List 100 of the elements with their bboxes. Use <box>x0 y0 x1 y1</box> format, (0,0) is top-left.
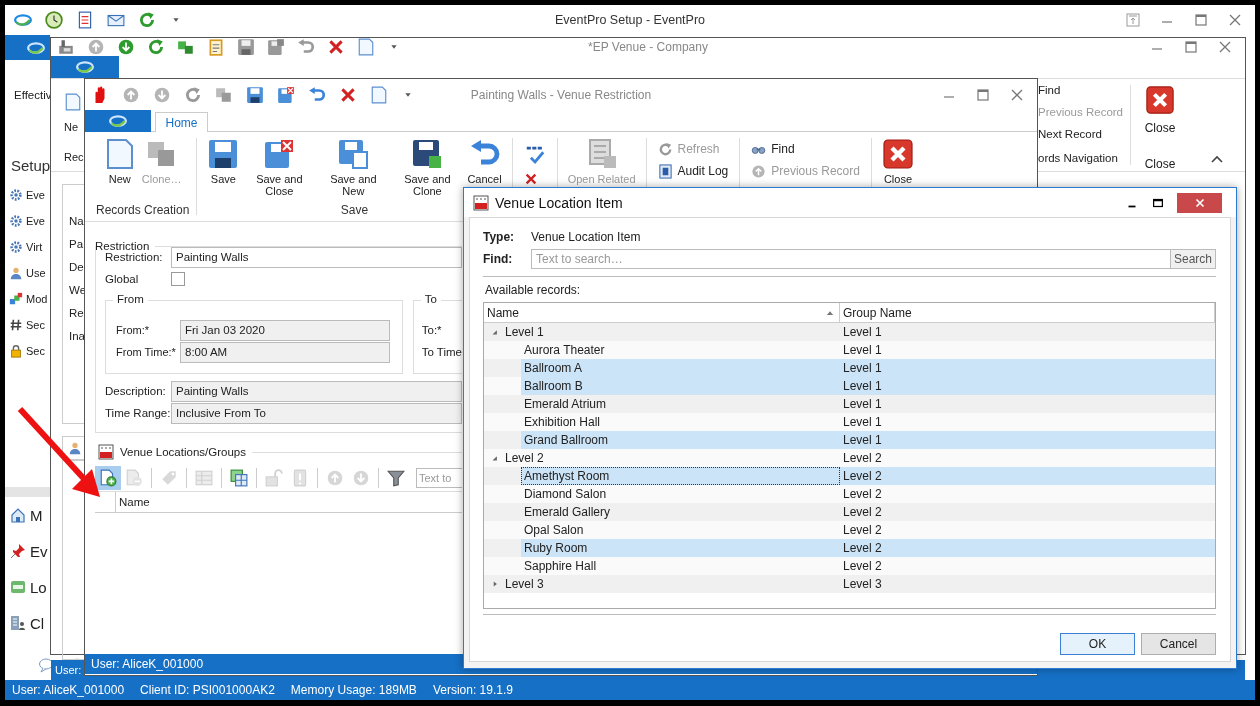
ribbon-button[interactable]: Save and Close <box>242 138 317 197</box>
text-field[interactable]: Fri Jan 03 2020 <box>180 319 390 341</box>
close-button[interactable] <box>1177 192 1222 213</box>
delete-icon[interactable] <box>327 38 345 56</box>
table-cell-text: Level 1 <box>842 414 883 431</box>
sidebar-item[interactable]: Sec <box>26 345 45 357</box>
sidebar-item[interactable]: Mod <box>26 293 48 305</box>
sidebar-item[interactable]: Use <box>26 267 46 279</box>
sidebar-item[interactable]: Eve <box>26 189 45 201</box>
delete-icon[interactable] <box>523 172 538 186</box>
ribbon-button[interactable]: Save and New <box>316 138 391 197</box>
factory-icon[interactable] <box>57 38 75 56</box>
refresh-icon[interactable] <box>147 38 165 56</box>
group-legend: To <box>420 293 441 305</box>
new-page-icon[interactable] <box>370 85 388 104</box>
ribbon-button[interactable]: Find <box>751 140 860 158</box>
table-row[interactable]: Ruby Room Level 2 <box>521 539 1215 557</box>
ribbon-button[interactable]: Close <box>878 138 917 185</box>
table-row[interactable]: Grand Ballroom Level 1 <box>521 431 1215 449</box>
dialog-button[interactable]: Cancel <box>1141 633 1216 655</box>
ribbon-button-icon <box>337 138 370 170</box>
column-header[interactable]: Name <box>116 492 150 512</box>
ribbon-button[interactable]: Next Record <box>1038 123 1130 145</box>
sidebar-item[interactable]: Sec <box>26 319 45 331</box>
sidebar-item-icon <box>9 318 23 332</box>
field-label: Restriction: <box>105 251 164 263</box>
close-icon[interactable] <box>1145 85 1175 115</box>
tree-group-row[interactable]: Level 2 Level 2 <box>484 449 1215 467</box>
sidebar-item[interactable]: Virt <box>26 241 43 253</box>
text-field[interactable]: Painting Walls <box>171 380 462 402</box>
app-logo-icon[interactable] <box>14 11 32 29</box>
delete-icon[interactable] <box>339 85 357 104</box>
ribbon-button[interactable]: Cancel <box>464 138 505 185</box>
restore-window-icon[interactable] <box>1125 12 1141 28</box>
refresh-icon[interactable] <box>138 11 156 29</box>
undo-icon[interactable] <box>297 38 315 56</box>
table-cell-text: Level 1 <box>842 432 883 449</box>
table-cell-text: Level 2 <box>842 486 883 503</box>
close-icon[interactable] <box>1217 39 1233 55</box>
chat-icon[interactable] <box>38 657 54 673</box>
nav-item-icon <box>10 507 26 523</box>
close-icon[interactable] <box>1227 12 1243 28</box>
clipboard-icon[interactable] <box>207 38 225 56</box>
ribbon-button[interactable]: Ne <box>64 121 85 133</box>
table-row[interactable]: Ballroom B Level 1 <box>521 377 1215 395</box>
dialog-button[interactable]: OK <box>1060 633 1135 655</box>
toolbar-button[interactable] <box>95 466 121 490</box>
collapse-ribbon-icon[interactable] <box>1211 155 1223 163</box>
field-label: Time Range: <box>105 407 171 419</box>
status-text: Client ID: PSI001000AK2 <box>140 683 275 697</box>
tree-group-row[interactable]: Level 3 Level 3 <box>484 575 1215 593</box>
column-header[interactable]: Name <box>484 303 840 322</box>
nav-item[interactable]: Lo <box>30 578 47 596</box>
nav-item[interactable]: M <box>30 506 43 524</box>
field-label: Global <box>105 273 140 285</box>
sidebar-item-icon <box>9 292 23 306</box>
ribbon-button[interactable]: Save <box>204 138 243 185</box>
column-header[interactable]: Group Name <box>840 303 1215 322</box>
cubes-icon[interactable] <box>215 85 233 104</box>
ribbon-button[interactable]: Find <box>1038 79 1130 101</box>
type-value: Venue Location Item <box>531 230 641 244</box>
text-field[interactable]: 8:00 AM <box>180 341 390 363</box>
table-row[interactable]: Ballroom A Level 1 <box>521 359 1215 377</box>
save-close-icon[interactable] <box>277 85 295 104</box>
search-field[interactable]: Text to <box>416 468 462 488</box>
search-field[interactable]: Text to search… Search <box>531 249 1216 269</box>
save-icon[interactable] <box>237 38 255 56</box>
refresh-icon[interactable] <box>184 85 202 104</box>
undo-icon[interactable] <box>308 85 326 104</box>
table-cell-text: Level 2 <box>842 504 883 521</box>
toolbar-icon <box>160 469 178 487</box>
sidebar-item[interactable]: Eve <box>26 215 45 227</box>
ribbon-button[interactable]: Save and Clone <box>390 138 465 197</box>
ribbon-button-icon <box>751 163 767 179</box>
nav-item[interactable]: Ev <box>30 542 48 560</box>
cubes-icon[interactable] <box>177 38 195 56</box>
text-field[interactable]: Painting Walls <box>171 246 462 268</box>
save-close-icon[interactable] <box>267 38 285 56</box>
nav-item-icon <box>10 615 26 631</box>
ribbon-button[interactable]: Audit Log <box>657 162 729 180</box>
text-field[interactable]: Inclusive From To <box>171 402 462 424</box>
table-row[interactable]: Amethyst Room Level 2 <box>521 467 1215 485</box>
tree-group-row[interactable]: Level 1 Level 1 <box>484 323 1215 341</box>
ribbon-tab[interactable]: Home <box>155 112 208 132</box>
table-cell-text: Diamond Salon <box>523 486 608 503</box>
search-button[interactable]: Search <box>1169 250 1215 268</box>
app-menu-button[interactable] <box>51 56 119 78</box>
ribbon-button[interactable]: New <box>100 138 139 185</box>
app-menu-button[interactable] <box>85 110 151 132</box>
new-page-icon[interactable] <box>357 38 375 56</box>
document-icon[interactable] <box>76 11 94 29</box>
toolbar-icon <box>125 469 143 487</box>
nav-item[interactable]: Cl <box>30 614 45 632</box>
clock-icon[interactable] <box>45 11 63 29</box>
close-button[interactable]: Close <box>1144 121 1176 135</box>
checkbox[interactable] <box>171 272 185 286</box>
user-icon <box>68 441 82 455</box>
save-icon[interactable] <box>246 85 264 104</box>
status-text: Version: 19.1.9 <box>432 683 513 697</box>
new-page-icon[interactable] <box>64 93 82 111</box>
